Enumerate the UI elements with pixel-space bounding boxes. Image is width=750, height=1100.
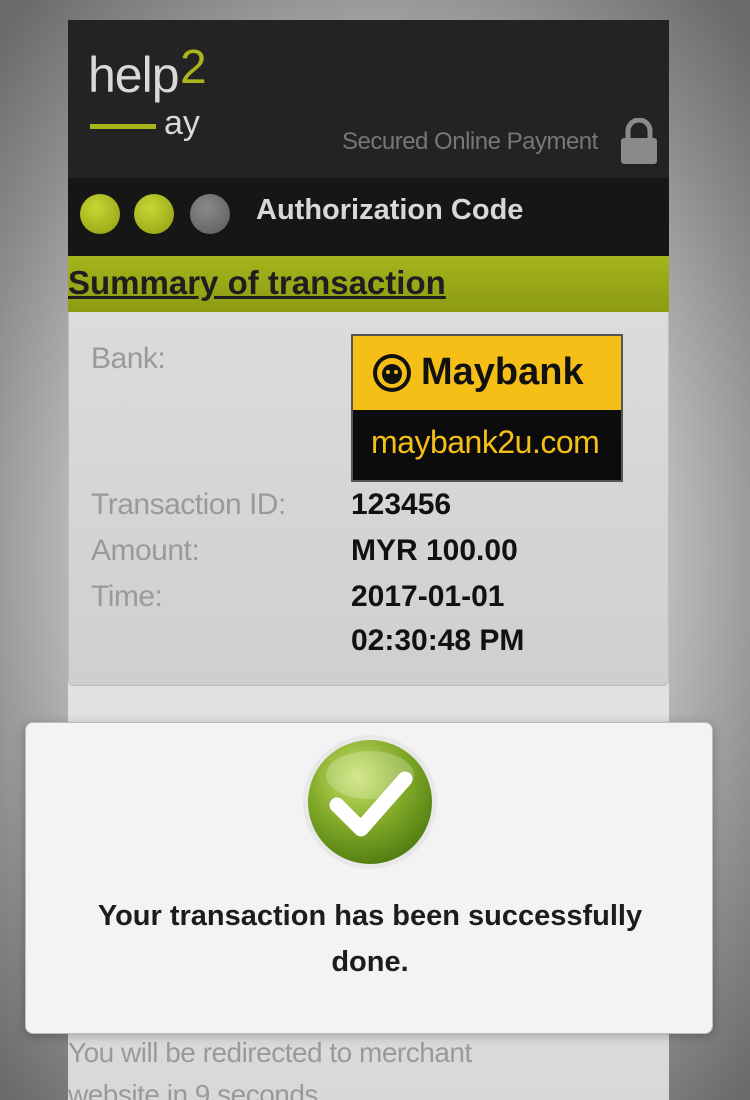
bank-logo: Maybank maybank2u.com <box>351 334 623 482</box>
step-indicator-1 <box>80 194 120 234</box>
amount-label: Amount: <box>91 534 200 567</box>
bank-label: Bank: <box>91 342 166 375</box>
bank-url: maybank2u.com <box>371 424 600 460</box>
transaction-id-label: Transaction ID: <box>91 488 286 521</box>
step-indicator-2 <box>134 194 174 234</box>
secured-payment-label: Secured Online Payment <box>342 128 598 155</box>
time-value: 02:30:48 PM <box>351 624 525 657</box>
time-label: Time: <box>91 580 163 613</box>
help2pay-logo: help 2 ay <box>88 44 228 150</box>
amount-value: MYR 100.00 <box>351 534 518 567</box>
current-step-title: Authorization Code <box>256 194 524 226</box>
logo-text-ay: ay <box>164 104 200 142</box>
step-indicator-3 <box>190 194 230 234</box>
logo-text-help: help <box>88 47 180 103</box>
success-dialog: Your transaction has been successfully d… <box>25 722 713 1034</box>
header: help 2 ay Secured Online Payment <box>68 20 669 178</box>
bank-logo-bottom: maybank2u.com <box>353 410 621 480</box>
summary-title: Summary of transaction <box>68 264 446 301</box>
bank-name: Maybank <box>421 351 584 393</box>
lock-icon <box>621 118 657 164</box>
progress-steps: Authorization Code <box>68 178 669 256</box>
logo-bar <box>90 124 156 129</box>
date-value: 2017-01-01 <box>351 580 505 613</box>
logo-text-two: 2 <box>180 41 207 94</box>
summary-header: Summary of transaction <box>68 256 669 312</box>
transaction-summary: Bank: Maybank maybank2u.com Transaction … <box>68 312 669 686</box>
checkmark-icon <box>303 735 437 869</box>
bank-logo-top: Maybank <box>353 336 621 410</box>
transaction-id-value: 123456 <box>351 488 452 521</box>
redirect-notice: You will be redirected to merchant websi… <box>68 1037 472 1100</box>
tiger-icon <box>373 354 411 392</box>
success-message: Your transaction has been successfully d… <box>97 900 643 978</box>
